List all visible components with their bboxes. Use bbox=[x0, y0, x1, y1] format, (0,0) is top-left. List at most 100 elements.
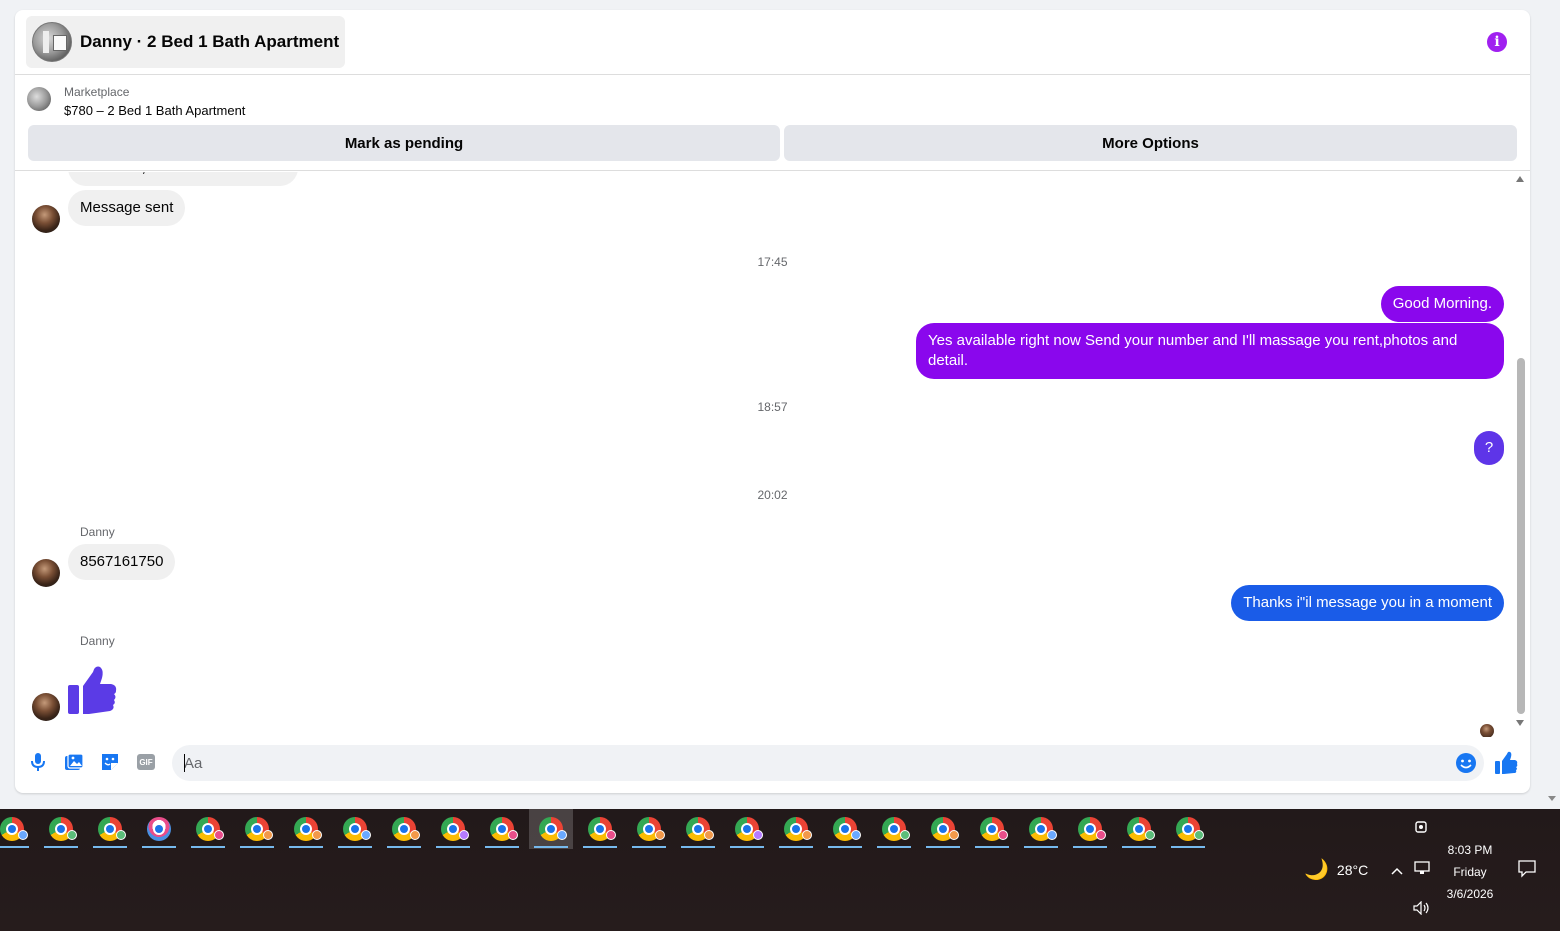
taskbar-app-chrome[interactable] bbox=[774, 809, 818, 849]
taskbar-app-chrome[interactable] bbox=[1019, 809, 1063, 849]
taskbar-app-chrome[interactable] bbox=[676, 809, 720, 849]
meet-now-icon[interactable] bbox=[1414, 819, 1428, 838]
profile-badge-icon bbox=[410, 830, 420, 840]
taskbar-app-chrome[interactable] bbox=[235, 809, 279, 849]
more-options-button[interactable]: More Options bbox=[784, 125, 1517, 161]
profile-badge-icon bbox=[116, 830, 126, 840]
taskbar-app-chrome[interactable] bbox=[39, 809, 83, 849]
taskbar-app-chrome[interactable] bbox=[529, 809, 573, 849]
taskbar-app-chrome[interactable] bbox=[1068, 809, 1112, 849]
taskbar-app-chrome[interactable] bbox=[88, 809, 132, 849]
taskbar-clock[interactable]: 8:03 PM Friday 3/6/2026 bbox=[1432, 839, 1508, 905]
running-indicator bbox=[1122, 846, 1156, 848]
weather-widget[interactable]: 🌙 28°C bbox=[1304, 857, 1368, 882]
taskbar-app-paint[interactable] bbox=[137, 809, 181, 849]
notifications-icon[interactable] bbox=[1518, 860, 1536, 881]
timestamp: 18:57 bbox=[757, 400, 788, 414]
running-indicator bbox=[975, 846, 1009, 848]
profile-badge-icon bbox=[508, 830, 518, 840]
listing-bar: Marketplace $780 – 2 Bed 1 Bath Apartmen… bbox=[15, 76, 1530, 171]
info-icon[interactable]: i bbox=[1487, 32, 1507, 52]
profile-badge-icon bbox=[214, 830, 224, 840]
clock-day: Friday bbox=[1453, 865, 1487, 879]
profile-badge-icon bbox=[1096, 830, 1106, 840]
running-indicator bbox=[338, 846, 372, 848]
message-bubble-outgoing: ? bbox=[1474, 431, 1504, 465]
running-indicator bbox=[534, 846, 568, 848]
profile-badge-icon bbox=[606, 830, 616, 840]
volume-icon[interactable] bbox=[1413, 900, 1431, 918]
running-indicator bbox=[485, 846, 519, 848]
taskbar-app-chrome[interactable] bbox=[872, 809, 916, 849]
running-indicator bbox=[387, 846, 421, 848]
running-indicator bbox=[1171, 846, 1205, 848]
avatar[interactable] bbox=[32, 205, 60, 233]
running-indicator bbox=[142, 846, 176, 848]
message-composer: GIF bbox=[15, 740, 1530, 786]
photo-icon[interactable] bbox=[62, 750, 86, 774]
sender-name: Danny bbox=[80, 634, 115, 648]
profile-badge-icon bbox=[802, 830, 812, 840]
scroll-up-arrow[interactable] bbox=[1516, 176, 1524, 182]
chevron-up-icon[interactable] bbox=[1391, 862, 1403, 878]
profile-badge-icon bbox=[459, 830, 469, 840]
taskbar-app-chrome[interactable] bbox=[333, 809, 377, 849]
taskbar-app-chrome[interactable] bbox=[382, 809, 426, 849]
taskbar-app-chrome[interactable] bbox=[627, 809, 671, 849]
page-scroll-down-arrow[interactable] bbox=[1548, 796, 1556, 801]
profile-badge-icon bbox=[361, 830, 371, 840]
running-indicator bbox=[828, 846, 862, 848]
running-indicator bbox=[0, 846, 29, 848]
message-bubble-incoming: 8567161750 bbox=[68, 544, 176, 580]
taskbar-app-chrome[interactable] bbox=[970, 809, 1014, 849]
scrollbar-thumb[interactable] bbox=[1517, 358, 1525, 714]
weather-temperature: 28°C bbox=[1336, 861, 1369, 878]
like-button-icon[interactable] bbox=[1494, 751, 1518, 775]
emoji-icon[interactable] bbox=[1456, 753, 1476, 773]
gif-icon[interactable]: GIF bbox=[134, 750, 158, 774]
chat-window: Danny · 2 Bed 1 Bath Apartment i Marketp… bbox=[15, 10, 1530, 793]
taskbar-app-chrome[interactable] bbox=[431, 809, 475, 849]
avatar[interactable] bbox=[32, 693, 60, 721]
avatar[interactable] bbox=[32, 559, 60, 587]
running-indicator bbox=[632, 846, 666, 848]
conversation-title-button[interactable]: Danny · 2 Bed 1 Bath Apartment bbox=[26, 16, 346, 68]
taskbar-app-chrome[interactable] bbox=[921, 809, 965, 849]
message-bubble-incoming: Hi Niamh, is this still available? bbox=[68, 172, 298, 186]
taskbar-app-chrome[interactable] bbox=[1117, 809, 1161, 849]
taskbar-app-chrome[interactable] bbox=[725, 809, 769, 849]
profile-badge-icon bbox=[851, 830, 861, 840]
message-bubble-outgoing: Thanks i"il message you in a moment bbox=[1231, 585, 1504, 621]
listing-price-title[interactable]: $780 – 2 Bed 1 Bath Apartment bbox=[64, 103, 245, 118]
taskbar-app-chrome[interactable] bbox=[823, 809, 867, 849]
chat-header: Danny · 2 Bed 1 Bath Apartment i bbox=[15, 10, 1530, 75]
running-indicator bbox=[93, 846, 127, 848]
conversation-title: Danny · 2 Bed 1 Bath Apartment bbox=[80, 32, 340, 51]
taskbar-app-chrome[interactable] bbox=[0, 809, 34, 849]
text-caret bbox=[184, 754, 185, 772]
profile-badge-icon bbox=[1145, 830, 1155, 840]
taskbar-app-chrome[interactable] bbox=[578, 809, 622, 849]
taskbar-app-chrome[interactable] bbox=[1166, 809, 1210, 849]
message-input[interactable] bbox=[172, 745, 1484, 781]
network-icon[interactable] bbox=[1414, 861, 1430, 878]
timestamp: 20:02 bbox=[757, 488, 788, 502]
sender-name: Danny bbox=[80, 525, 115, 539]
scroll-down-arrow[interactable] bbox=[1516, 720, 1524, 726]
taskbar-app-chrome[interactable] bbox=[284, 809, 328, 849]
running-indicator bbox=[191, 846, 225, 848]
microphone-icon[interactable] bbox=[26, 750, 50, 774]
listing-thumbnail[interactable] bbox=[27, 87, 51, 111]
running-indicator bbox=[877, 846, 911, 848]
running-indicator bbox=[1073, 846, 1107, 848]
sticker-icon[interactable] bbox=[98, 750, 122, 774]
profile-badge-icon bbox=[1194, 830, 1204, 840]
taskbar-app-chrome[interactable] bbox=[186, 809, 230, 849]
mark-as-pending-button[interactable]: Mark as pending bbox=[28, 125, 780, 161]
listing-avatar bbox=[32, 22, 72, 62]
clock-date: 3/6/2026 bbox=[1446, 887, 1494, 901]
profile-badge-icon bbox=[557, 830, 567, 840]
message-thread[interactable]: Hi Niamh, is this still available? Messa… bbox=[15, 172, 1530, 737]
taskbar-app-chrome[interactable] bbox=[480, 809, 524, 849]
running-indicator bbox=[44, 846, 78, 848]
